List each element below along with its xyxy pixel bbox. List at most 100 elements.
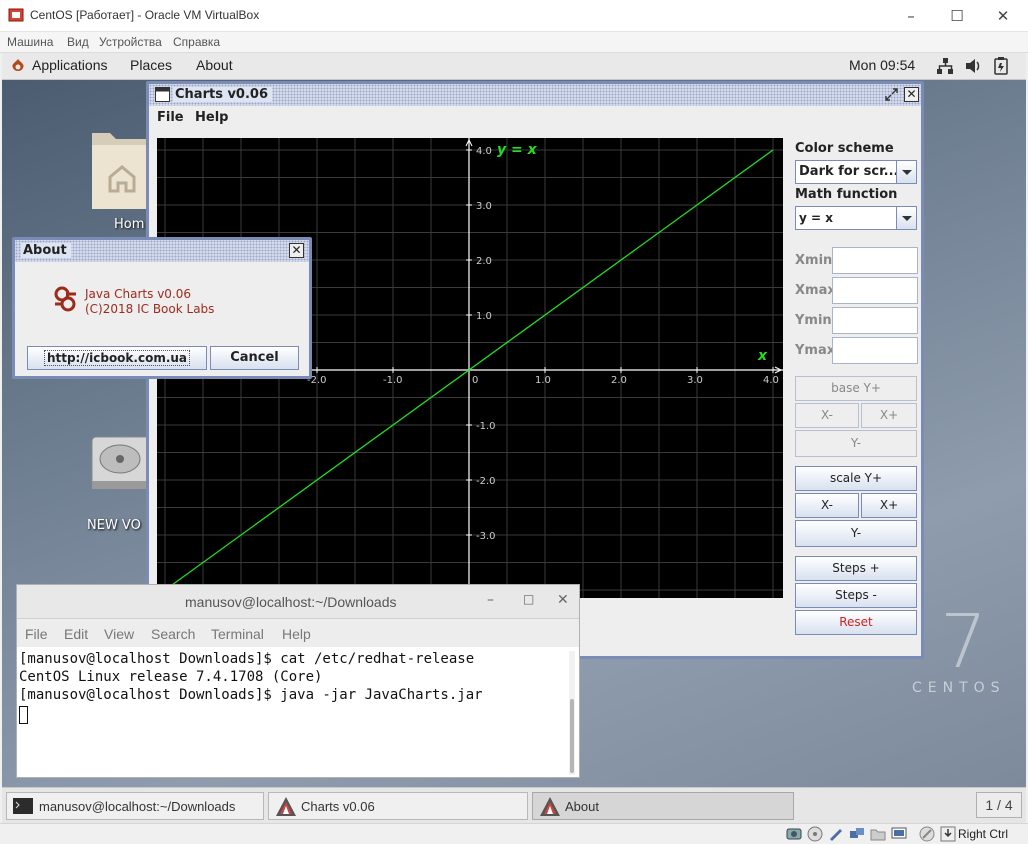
reset-button[interactable]: Reset (795, 610, 917, 635)
y-tick-label: 4.0 (476, 146, 492, 157)
taskbar-item-terminal[interactable]: manusov@localhost:~/Downloads (6, 792, 264, 820)
taskbar-item-about[interactable]: About (532, 792, 794, 820)
scale-x-minus-button[interactable]: X- (795, 493, 859, 518)
cancel-button[interactable]: Cancel (210, 346, 299, 370)
network-adapter-icon[interactable] (849, 826, 865, 844)
terminal-menu-terminal[interactable]: Terminal (211, 626, 264, 642)
menu-applications[interactable]: Applications (32, 57, 108, 73)
home-folder-label: Hom (114, 217, 145, 232)
volume-icon[interactable] (964, 57, 982, 79)
url-button-label: http://icbook.com.ua (43, 350, 191, 366)
host-key-label: Right Ctrl (958, 827, 1009, 841)
menu-places[interactable]: Places (130, 57, 172, 73)
clock[interactable]: Mon 09:54 (849, 57, 915, 73)
host-key-icon (940, 826, 956, 844)
color-scheme-value: Dark for scr... (799, 164, 899, 179)
home-folder-icon[interactable] (88, 123, 152, 213)
terminal-maximize-button[interactable]: □ (523, 592, 534, 606)
maximize-button[interactable]: ☐ (934, 0, 980, 32)
scale-x-plus-button[interactable]: X+ (861, 493, 917, 518)
workspace-switcher[interactable]: 1 / 4 (976, 792, 1022, 818)
display-icon[interactable] (891, 826, 907, 844)
vbox-window-title: CentOS [Работает] - Oracle VM VirtualBox (30, 8, 260, 22)
terminal-scrollbar[interactable] (569, 651, 575, 775)
ymin-field[interactable] (832, 307, 918, 334)
vbox-menu-view[interactable]: Вид (67, 35, 89, 49)
base-x-minus-button[interactable]: X- (795, 403, 859, 428)
y-tick-label: -3.0 (476, 531, 496, 542)
base-y-plus-button[interactable]: base Y+ (795, 376, 917, 401)
optical-drive-icon[interactable] (807, 826, 823, 844)
y-tick-label: 1.0 (476, 311, 492, 322)
vbox-statusbar: Right Ctrl (0, 823, 1028, 844)
taskbar-label: manusov@localhost:~/Downloads (39, 799, 236, 814)
charts-menu-file[interactable]: File (157, 110, 184, 125)
terminal-menu-view[interactable]: View (104, 626, 134, 642)
terminal-line: [manusov@localhost Downloads]$ cat /etc/… (19, 651, 475, 667)
about-titlebar[interactable]: About ✕ (15, 240, 309, 262)
mouse-integration-icon[interactable] (919, 826, 935, 844)
steps-plus-button[interactable]: Steps + (795, 556, 917, 581)
terminal-menu-edit[interactable]: Edit (64, 626, 88, 642)
terminal-menu-search[interactable]: Search (151, 626, 195, 642)
math-function-select[interactable]: y = x (795, 206, 917, 230)
terminal-title: manusov@localhost:~/Downloads (185, 594, 397, 610)
vbox-menu-help[interactable]: Справка (173, 35, 220, 49)
scale-y-plus-button[interactable]: scale Y+ (795, 466, 917, 491)
virtualbox-app-icon (8, 8, 24, 22)
steps-minus-button[interactable]: Steps - (795, 583, 917, 608)
about-app-name: Java Charts v0.06 (85, 287, 192, 301)
menu-about[interactable]: About (196, 57, 233, 73)
ymin-label: Ymin (795, 313, 832, 328)
terminal-minimize-button[interactable]: – (487, 592, 494, 608)
close-button[interactable]: ✕ (980, 0, 1026, 32)
y-tick-label: -2.0 (476, 476, 496, 487)
base-x-plus-button[interactable]: X+ (861, 403, 917, 428)
terminal-titlebar[interactable]: manusov@localhost:~/Downloads – □ ✕ (17, 585, 579, 619)
x-tick-label: 2.0 (611, 375, 627, 386)
chevron-down-icon[interactable] (896, 207, 916, 229)
url-button[interactable]: http://icbook.com.ua (27, 346, 207, 370)
xmin-field[interactable] (832, 247, 918, 274)
taskbar: manusov@localhost:~/Downloads Charts v0.… (2, 787, 1026, 823)
taskbar-label: About (565, 799, 599, 814)
about-close-button[interactable]: ✕ (289, 243, 304, 258)
terminal-app-icon (13, 798, 33, 818)
y-tick-label: 3.0 (476, 201, 492, 212)
vbox-menu-machine[interactable]: Машина (7, 35, 53, 49)
x-tick-label: 1.0 (535, 375, 551, 386)
java-app-icon (275, 796, 297, 822)
math-function-value: y = x (799, 211, 833, 225)
hard-disk-icon[interactable] (786, 826, 802, 844)
ymax-field[interactable] (832, 337, 918, 364)
vbox-menubar: Машина Вид Устройства Справка (0, 32, 1028, 53)
y-tick-label: -1.0 (476, 421, 496, 432)
taskbar-item-charts[interactable]: Charts v0.06 (268, 792, 528, 820)
charts-close-button[interactable]: ✕ (904, 87, 919, 102)
window-menu-icon[interactable] (155, 87, 170, 106)
color-scheme-label: Color scheme (795, 141, 894, 156)
shared-folders-icon[interactable] (870, 826, 886, 844)
terminal-window: manusov@localhost:~/Downloads – □ ✕ File… (16, 584, 580, 778)
vbox-menu-devices[interactable]: Устройства (99, 35, 162, 49)
power-icon[interactable] (994, 57, 1008, 79)
chevron-down-icon[interactable] (896, 161, 916, 183)
minimize-button[interactable]: – (888, 0, 934, 32)
terminal-line: CentOS Linux release 7.4.1708 (Core) (19, 669, 323, 685)
scale-y-minus-button[interactable]: Y- (795, 520, 917, 547)
color-scheme-select[interactable]: Dark for scr... (795, 160, 917, 184)
vbox-titlebar: CentOS [Работает] - Oracle VM VirtualBox… (0, 0, 1028, 32)
base-y-minus-button[interactable]: Y- (795, 430, 917, 457)
charts-titlebar[interactable]: Charts v0.06 ✕ (149, 84, 921, 106)
terminal-menu-help[interactable]: Help (282, 626, 311, 642)
xmax-field[interactable] (832, 277, 918, 304)
audio-icon[interactable] (828, 826, 844, 844)
network-icon[interactable] (936, 57, 954, 79)
charts-menu-help[interactable]: Help (195, 110, 228, 125)
math-function-label: Math function (795, 187, 898, 202)
terminal-close-button[interactable]: ✕ (557, 592, 569, 608)
app-logo-icon (53, 286, 79, 316)
drive-icon[interactable] (90, 433, 151, 499)
terminal-menu-file[interactable]: File (25, 626, 48, 642)
restore-icon[interactable] (884, 87, 899, 106)
